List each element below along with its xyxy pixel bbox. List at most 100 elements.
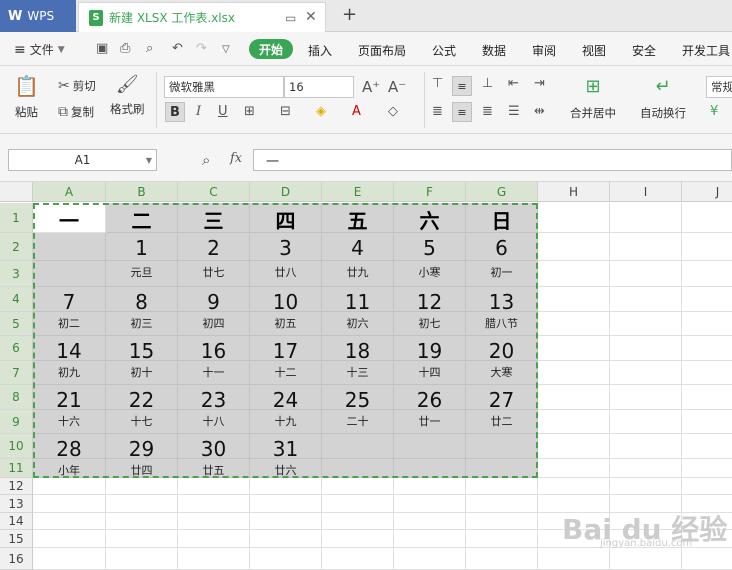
distributed-icon[interactable]: ⇹ [534,104,545,119]
restore-icon[interactable]: ▭ [285,11,296,25]
cell[interactable] [538,203,610,233]
cell[interactable] [682,312,732,336]
cell[interactable]: 10 [250,287,322,314]
cell[interactable] [538,287,610,312]
cell[interactable]: 21 [33,385,106,412]
column-header[interactable]: C [178,182,250,202]
cell[interactable] [250,478,322,495]
cell[interactable]: 29 [106,434,178,461]
cell[interactable]: 三 [178,203,250,233]
cell[interactable]: 二 [106,203,178,233]
row-header[interactable]: 4 [0,287,33,312]
cell[interactable]: 28 [33,434,106,461]
cell[interactable] [682,361,732,385]
cell[interactable] [33,495,106,513]
cell[interactable] [610,233,682,261]
indent-increase-icon[interactable]: ⇥ [534,76,545,91]
cell[interactable] [466,530,538,548]
cell[interactable] [394,478,466,495]
merge-center-button[interactable]: ⊞ 合并居中 [570,76,616,121]
align-right-icon[interactable]: ≣ [482,104,493,119]
cell[interactable]: 2 [178,233,250,261]
cell[interactable] [178,530,250,548]
cell[interactable]: 25 [322,385,394,412]
align-top-icon[interactable]: ⊤ [432,76,443,91]
cell[interactable] [322,434,394,459]
cell[interactable] [322,513,394,530]
new-tab-icon[interactable]: + [342,4,357,25]
row-header[interactable]: 15 [0,530,33,548]
cell[interactable]: 1 [106,233,178,261]
cell[interactable]: 11 [322,287,394,314]
align-left-icon[interactable]: ≣ [432,104,443,119]
cell[interactable] [322,495,394,513]
cell[interactable] [33,261,106,287]
cell[interactable] [610,385,682,410]
cell[interactable] [538,478,610,495]
cell[interactable] [178,548,250,570]
cell[interactable] [250,513,322,530]
cell[interactable]: 十三 [322,361,394,385]
cell[interactable] [322,548,394,570]
cell[interactable]: 元旦 [106,261,178,287]
cell[interactable] [610,336,682,361]
cell[interactable] [178,478,250,495]
cell[interactable] [394,548,466,570]
cell[interactable]: 十八 [178,410,250,434]
cell[interactable] [394,459,466,478]
cell[interactable] [106,513,178,530]
row-header[interactable]: 7 [0,361,33,385]
fill-border-icon[interactable]: ⊟ [280,104,291,119]
wps-home-tab[interactable]: W WPS [0,0,76,32]
cell[interactable]: 大寒 [466,361,538,385]
cell[interactable]: 9 [178,287,250,314]
cell[interactable]: 20 [466,336,538,363]
row-header[interactable]: 16 [0,548,33,570]
cell[interactable]: 十一 [178,361,250,385]
cell[interactable] [610,434,682,459]
cell[interactable] [538,410,610,434]
cell[interactable]: 六 [394,203,466,233]
cell[interactable] [538,434,610,459]
cell[interactable] [610,548,682,570]
align-center-icon[interactable]: ≡ [452,102,472,122]
cell[interactable] [250,495,322,513]
cell[interactable] [33,478,106,495]
cell[interactable]: 初一 [466,261,538,287]
cell[interactable]: 十七 [106,410,178,434]
cell[interactable] [466,548,538,570]
cell[interactable] [538,459,610,478]
cell[interactable] [394,495,466,513]
cell[interactable]: 廿八 [250,261,322,287]
tab-view[interactable]: 视图 [582,42,606,59]
cell[interactable]: 廿六 [250,459,322,478]
formula-input[interactable]: 一 [253,149,732,171]
cell[interactable]: 13 [466,287,538,314]
cell[interactable]: 十六 [33,410,106,434]
cell[interactable]: 小年 [33,459,106,478]
cell[interactable] [394,530,466,548]
cell[interactable]: 初十 [106,361,178,385]
currency-icon[interactable]: ¥ [710,104,718,119]
cell[interactable]: 12 [394,287,466,314]
font-shrink-icon[interactable]: A⁻ [388,78,406,96]
row-header[interactable]: 1 [0,203,33,233]
cell[interactable]: 23 [178,385,250,412]
cell[interactable]: 二十 [322,410,394,434]
row-header[interactable]: 2 [0,233,33,261]
column-header[interactable]: H [538,182,610,202]
cell[interactable] [394,434,466,459]
print-preview-icon[interactable]: ⌕ [146,41,153,56]
undo-icon[interactable]: ↶ [172,41,183,56]
cell[interactable] [466,495,538,513]
cell[interactable] [682,233,732,261]
row-header[interactable]: 3 [0,261,33,287]
cell[interactable]: 廿四 [106,459,178,478]
column-header[interactable]: E [322,182,394,202]
row-header[interactable]: 12 [0,478,33,495]
indent-decrease-icon[interactable]: ⇤ [508,76,519,91]
cell[interactable] [106,478,178,495]
fill-color-icon[interactable]: ◈ [316,104,326,119]
cell[interactable]: 廿一 [394,410,466,434]
cell[interactable]: 19 [394,336,466,363]
